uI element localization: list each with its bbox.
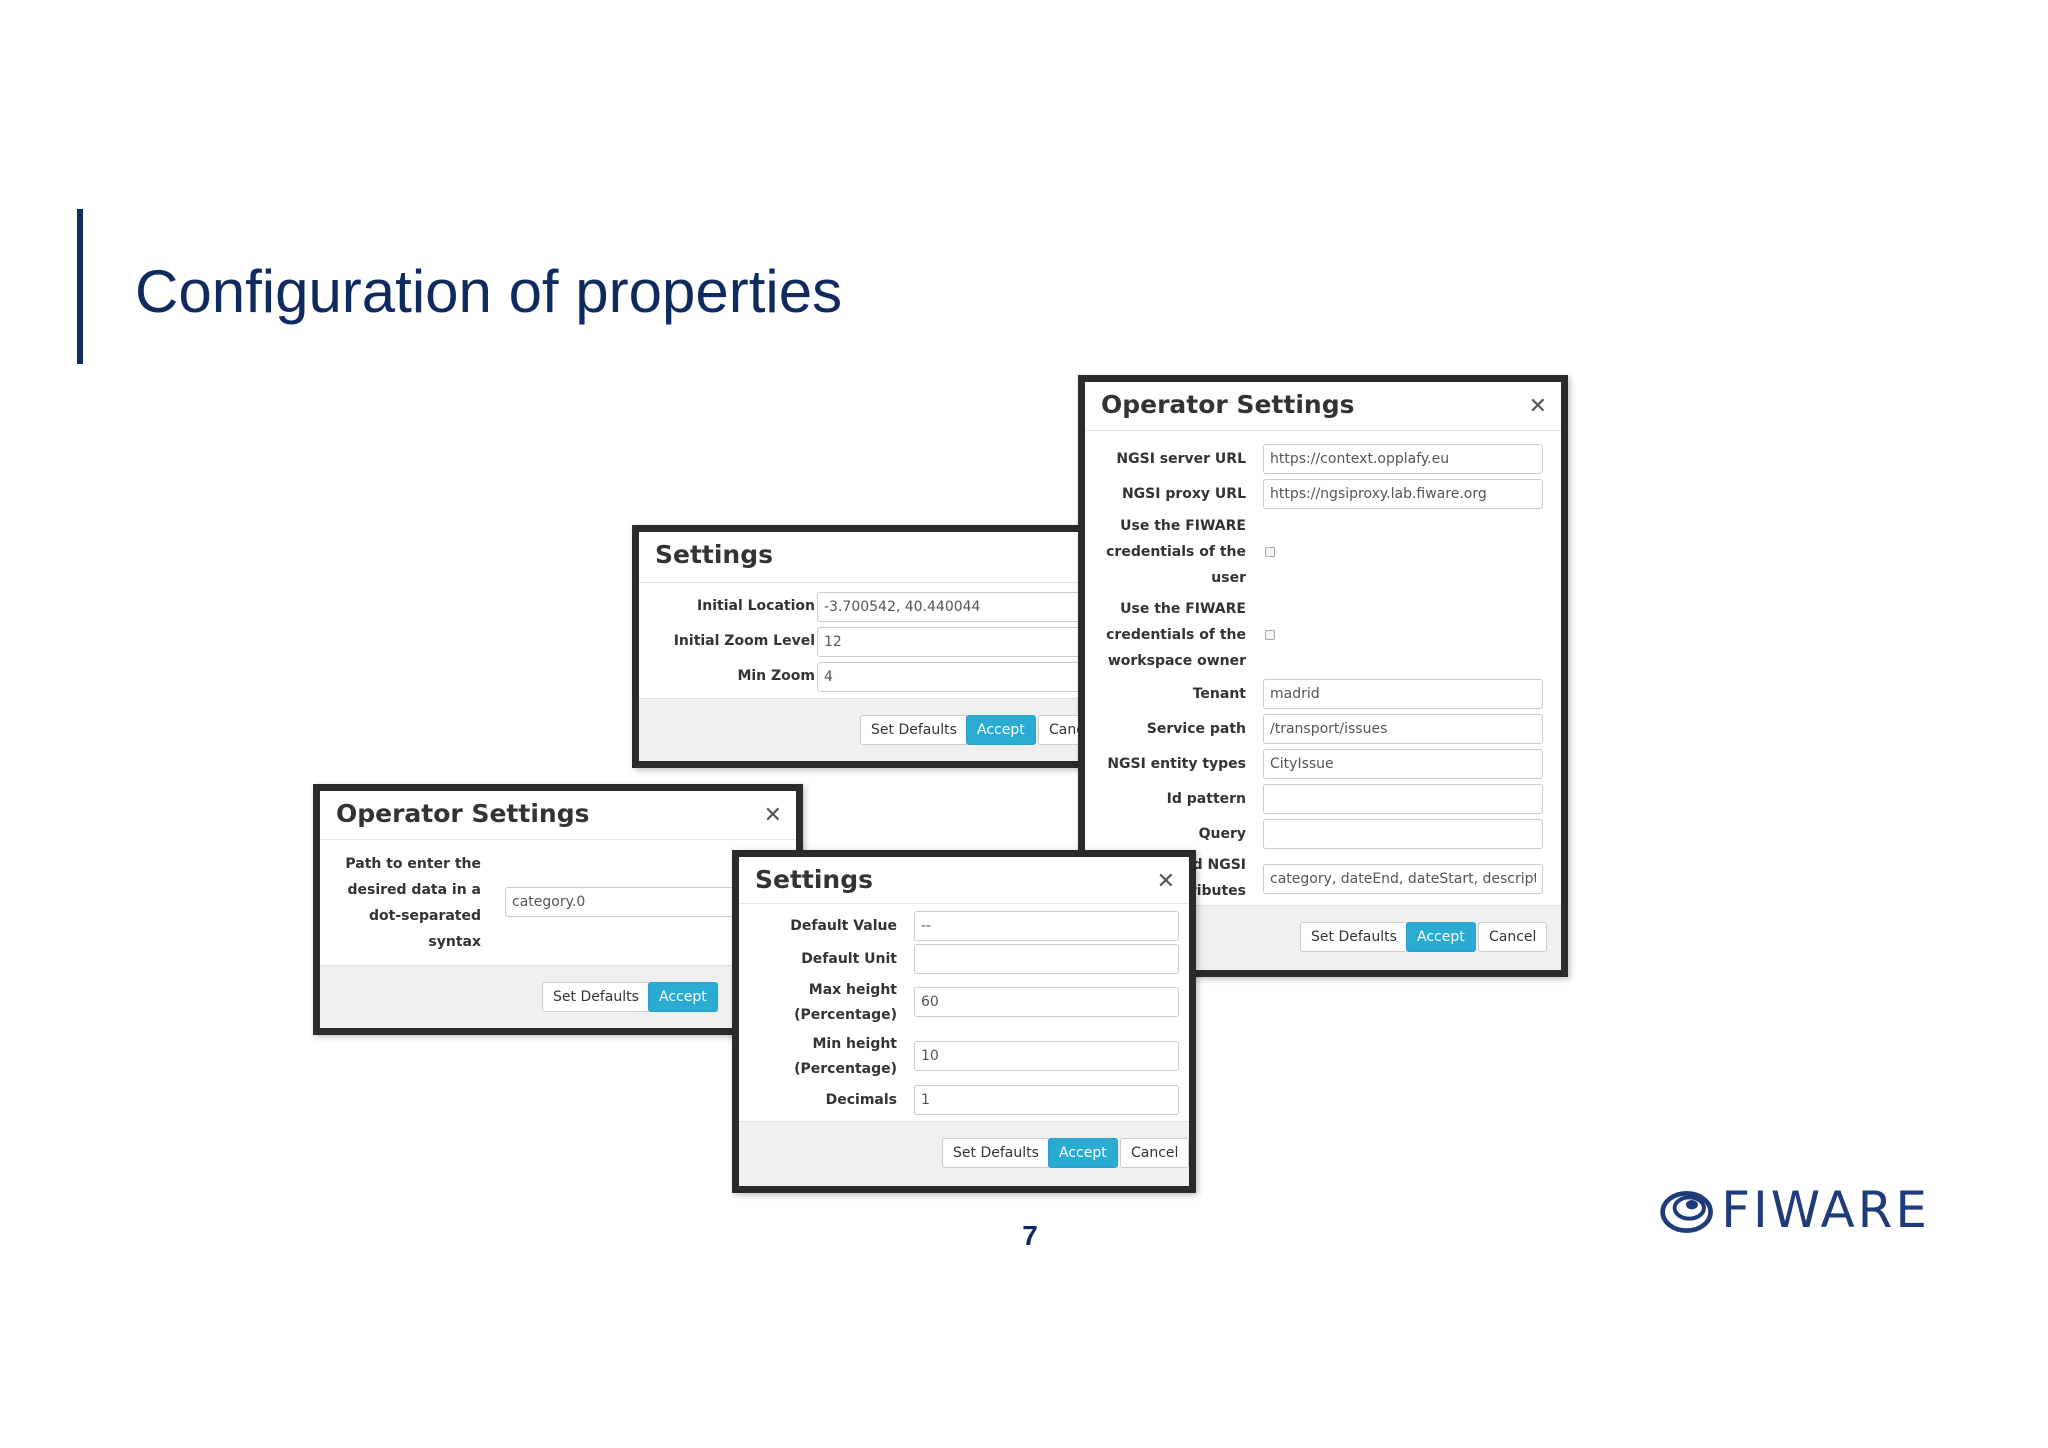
dialog-header: Settings ✕ xyxy=(739,857,1189,904)
label-line: workspace owner xyxy=(1107,653,1246,669)
label-line: Max height xyxy=(808,982,897,998)
operator-path-settings-dialog: Operator Settings ✕ Path to enter the de… xyxy=(313,784,803,1035)
initial-zoom-level-input[interactable] xyxy=(817,627,1085,657)
accept-button[interactable]: Accept xyxy=(966,715,1036,745)
dialog-footer: Set Defaults Accept xyxy=(320,965,796,1028)
id-pattern-label: Id pattern xyxy=(1166,791,1246,807)
default-unit-label: Default Unit xyxy=(801,951,897,967)
label-line: desired data in a xyxy=(347,882,481,898)
dialog-header: Operator Settings ✕ xyxy=(320,791,796,840)
fiware-swirl-icon xyxy=(1660,1191,1713,1233)
use-user-credentials-checkbox[interactable] xyxy=(1265,547,1275,557)
accept-button[interactable]: Accept xyxy=(648,982,718,1012)
initial-location-input[interactable] xyxy=(817,592,1085,622)
label-line: Path to enter the xyxy=(345,856,481,872)
dialog-title: Operator Settings xyxy=(336,799,590,828)
accept-button[interactable]: Accept xyxy=(1406,922,1476,952)
query-label: Query xyxy=(1198,826,1246,842)
dialog-header: Operator Settings ✕ xyxy=(1085,382,1561,431)
min-zoom-label: Min Zoom xyxy=(737,668,815,684)
set-defaults-button[interactable]: Set Defaults xyxy=(942,1138,1050,1168)
initial-zoom-level-label: Initial Zoom Level xyxy=(673,633,815,649)
service-path-input[interactable] xyxy=(1263,714,1543,744)
label-line: (Percentage) xyxy=(794,1007,897,1023)
slide-title: Configuration of properties xyxy=(135,258,843,325)
min-zoom-input[interactable] xyxy=(817,662,1085,692)
accept-button[interactable]: Accept xyxy=(1048,1138,1118,1168)
initial-location-label: Initial Location xyxy=(697,598,815,614)
close-icon[interactable]: ✕ xyxy=(764,803,782,828)
default-unit-input[interactable] xyxy=(914,944,1179,974)
label-line: Use the FIWARE xyxy=(1120,601,1246,617)
set-defaults-button[interactable]: Set Defaults xyxy=(860,715,968,745)
label-line: Use the FIWARE xyxy=(1120,518,1246,534)
min-height-input[interactable] xyxy=(914,1041,1179,1071)
close-icon[interactable]: ✕ xyxy=(1529,394,1547,419)
ngsi-proxy-url-input[interactable] xyxy=(1263,479,1543,509)
decimals-label: Decimals xyxy=(825,1092,897,1108)
id-pattern-input[interactable] xyxy=(1263,784,1543,814)
dialog-title: Settings xyxy=(655,540,774,569)
label-line: Min height xyxy=(812,1036,897,1052)
cancel-button[interactable]: Cancel xyxy=(1478,922,1548,952)
max-height-input[interactable] xyxy=(914,987,1179,1017)
set-defaults-button[interactable]: Set Defaults xyxy=(542,982,650,1012)
service-path-label: Service path xyxy=(1146,721,1246,737)
settings-map-dialog: Settings Initial Location Initial Zoom L… xyxy=(632,525,1092,768)
tenant-label: Tenant xyxy=(1192,686,1246,702)
label-line: (Percentage) xyxy=(794,1061,897,1077)
dialog-title: Operator Settings xyxy=(1101,390,1355,419)
settings-gauge-dialog: Settings ✕ Default Value Default Unit Ma… xyxy=(732,850,1196,1193)
ngsi-server-url-label: NGSI server URL xyxy=(1116,451,1246,467)
title-accent-bar xyxy=(77,209,83,364)
cancel-button[interactable]: Cancel xyxy=(1120,1138,1189,1168)
ngsi-attributes-input[interactable] xyxy=(1263,864,1543,894)
label-line: dot-separated xyxy=(369,908,481,924)
ngsi-proxy-url-label: NGSI proxy URL xyxy=(1121,486,1246,502)
set-defaults-button[interactable]: Set Defaults xyxy=(1300,922,1408,952)
tenant-input[interactable] xyxy=(1263,679,1543,709)
decimals-input[interactable] xyxy=(914,1085,1179,1115)
use-owner-credentials-checkbox[interactable] xyxy=(1265,630,1275,640)
query-input[interactable] xyxy=(1263,819,1543,849)
label-line: credentials of the xyxy=(1106,544,1246,560)
close-icon[interactable]: ✕ xyxy=(1157,869,1175,894)
fiware-logo: FIWARE xyxy=(1660,1170,1930,1250)
dialog-title: Settings xyxy=(755,865,874,894)
label-line: credentials of the xyxy=(1106,627,1246,643)
ngsi-entity-types-label: NGSI entity types xyxy=(1107,756,1246,772)
default-value-input[interactable] xyxy=(914,911,1179,941)
dialog-footer: Set Defaults Accept Cancel xyxy=(739,1121,1189,1186)
dialog-header: Settings xyxy=(639,532,1085,583)
label-line: user xyxy=(1211,570,1246,586)
ngsi-entity-types-input[interactable] xyxy=(1263,749,1543,779)
default-value-label: Default Value xyxy=(790,918,897,934)
dialog-footer: Set Defaults Accept Cancel xyxy=(639,698,1085,761)
label-line: syntax xyxy=(428,934,481,950)
fiware-logo-text: FIWARE xyxy=(1721,1181,1930,1239)
ngsi-server-url-input[interactable] xyxy=(1263,444,1543,474)
page-number: 7 xyxy=(1022,1220,1038,1251)
